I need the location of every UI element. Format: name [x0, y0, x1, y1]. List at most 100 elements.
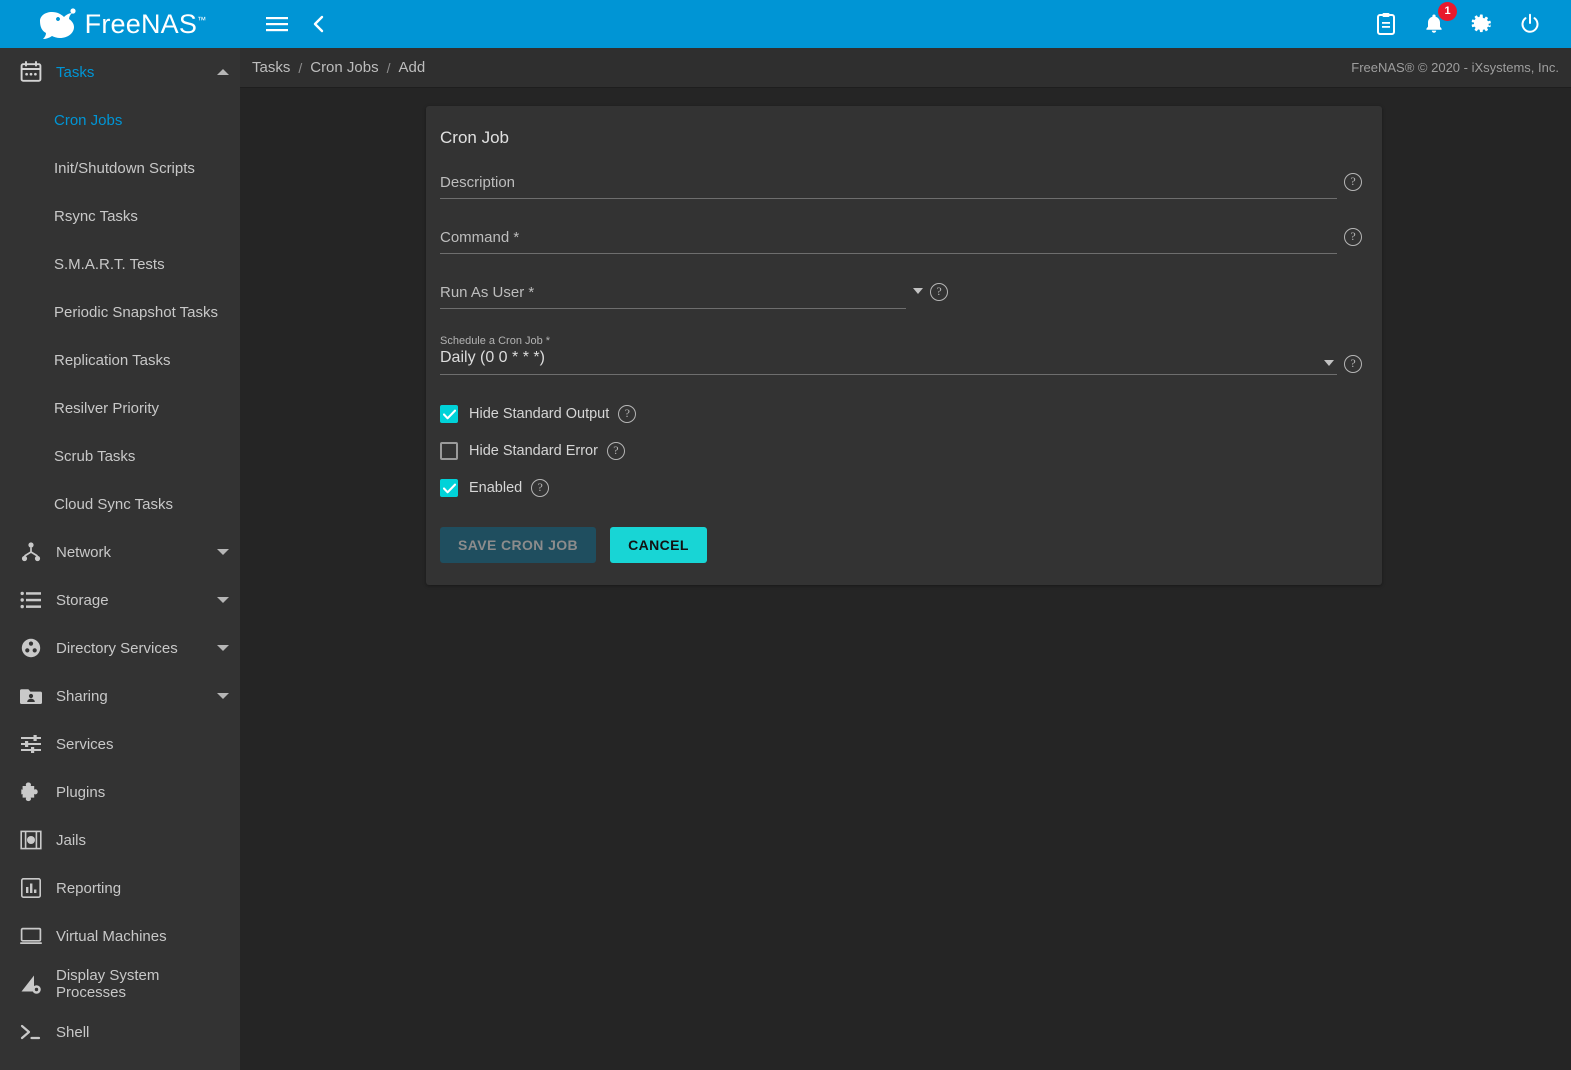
- sidebar-item-periodic-snapshot-tasks[interactable]: Periodic Snapshot Tasks: [0, 288, 240, 336]
- terminal-icon: [10, 1017, 52, 1047]
- brand-logo[interactable]: FreeNAS™: [0, 0, 240, 48]
- description-field-group: Description ?: [440, 170, 1368, 199]
- sidebar-item-label: Sharing: [52, 688, 206, 705]
- schedule-dropdown-arrow-icon[interactable]: [1324, 360, 1334, 366]
- puzzle-icon: [10, 777, 52, 807]
- run-as-user-field-group: Run As User * ?: [440, 280, 1368, 309]
- sidebar-nav: Tasks Cron Jobs Init/Shutdown Scripts Rs…: [0, 48, 240, 1070]
- schedule-select[interactable]: Daily (0 0 * * *): [440, 349, 1337, 375]
- sidebar-item-storage[interactable]: Storage: [0, 576, 240, 624]
- sidebar-item-label: S.M.A.R.T. Tests: [54, 256, 165, 273]
- enabled-row: Enabled ?: [440, 473, 1368, 503]
- sidebar-item-cron-jobs[interactable]: Cron Jobs: [0, 96, 240, 144]
- schedule-field-group: Schedule a Cron Job * Daily (0 0 * * *) …: [440, 335, 1368, 375]
- sidebar-item-label: Jails: [52, 832, 206, 849]
- brand-name: FreeNAS™: [85, 11, 207, 38]
- sharing-folder-icon: [10, 681, 52, 711]
- sidebar-item-virtual-machines[interactable]: Virtual Machines: [0, 912, 240, 960]
- sidebar-item-label: Scrub Tasks: [54, 448, 135, 465]
- hide-standard-output-label: Hide Standard Output: [469, 406, 609, 422]
- tasks-clipboard-icon[interactable]: [1369, 7, 1403, 41]
- sidebar-item-scrub-tasks[interactable]: Scrub Tasks: [0, 432, 240, 480]
- command-help-icon[interactable]: ?: [1344, 228, 1362, 246]
- breadcrumb: Tasks / Cron Jobs / Add FreeNAS® © 2020 …: [240, 48, 1571, 88]
- sidebar-item-reporting[interactable]: Reporting: [0, 864, 240, 912]
- command-input[interactable]: [440, 225, 1337, 254]
- sidebar-item-resilver-priority[interactable]: Resilver Priority: [0, 384, 240, 432]
- hide-standard-output-checkbox[interactable]: [440, 405, 458, 423]
- hide-standard-error-row: Hide Standard Error ?: [440, 436, 1368, 466]
- sidebar-item-cloud-sync-tasks[interactable]: Cloud Sync Tasks: [0, 480, 240, 528]
- freenas-fish-logo-icon: [34, 7, 78, 41]
- sidebar-item-label: Cloud Sync Tasks: [54, 496, 173, 513]
- save-cron-job-button[interactable]: SAVE CRON JOB: [440, 527, 596, 563]
- sidebar-item-jails[interactable]: Jails: [0, 816, 240, 864]
- form-actions: SAVE CRON JOB CANCEL: [440, 527, 1368, 563]
- schedule-label: Schedule a Cron Job *: [440, 335, 1368, 347]
- breadcrumb-item-tasks[interactable]: Tasks: [252, 59, 290, 76]
- sidebar-item-replication-tasks[interactable]: Replication Tasks: [0, 336, 240, 384]
- schedule-value: Daily (0 0 * * *): [440, 349, 545, 366]
- copyright-text: FreeNAS® © 2020 - iXsystems, Inc.: [1351, 60, 1559, 75]
- breadcrumb-item-add: Add: [399, 59, 426, 76]
- sidebar-item-label: Replication Tasks: [54, 352, 170, 369]
- bar-chart-icon: [10, 873, 52, 903]
- hide-standard-error-help-icon[interactable]: ?: [607, 442, 625, 460]
- sidebar-item-sharing[interactable]: Sharing: [0, 672, 240, 720]
- breadcrumb-item-cron-jobs[interactable]: Cron Jobs: [310, 59, 378, 76]
- run-as-user-help-icon[interactable]: ?: [930, 283, 948, 301]
- chevron-down-icon: [206, 549, 240, 555]
- notification-badge: 1: [1438, 2, 1457, 21]
- sidebar-item-directory-services[interactable]: Directory Services: [0, 624, 240, 672]
- sidebar-item-network[interactable]: Network: [0, 528, 240, 576]
- sidebar-item-label: Cron Jobs: [54, 112, 122, 129]
- sidebar-item-plugins[interactable]: Plugins: [0, 768, 240, 816]
- sidebar-item-label: Shell: [52, 1024, 206, 1041]
- monitor-icon: [10, 921, 52, 951]
- chevron-down-icon: [206, 597, 240, 603]
- enabled-label: Enabled: [469, 480, 522, 496]
- schedule-help-icon[interactable]: ?: [1344, 355, 1362, 373]
- main-content: Cron Job Description ? Command * ? Run A…: [240, 88, 1571, 1070]
- gear-icon[interactable]: [1465, 7, 1499, 41]
- sidebar-item-smart-tests[interactable]: S.M.A.R.T. Tests: [0, 240, 240, 288]
- sidebar-group-label: Tasks: [52, 64, 206, 81]
- storage-list-icon: [10, 585, 52, 615]
- sidebar-item-label: Display System Processes: [52, 967, 206, 1001]
- chevron-left-icon[interactable]: [302, 7, 336, 41]
- hide-standard-output-row: Hide Standard Output ?: [440, 399, 1368, 429]
- notifications-bell-icon[interactable]: 1: [1417, 7, 1451, 41]
- sidebar-item-rsync-tasks[interactable]: Rsync Tasks: [0, 192, 240, 240]
- command-field-group: Command * ?: [440, 225, 1368, 254]
- description-input[interactable]: [440, 170, 1337, 199]
- calendar-icon: [10, 57, 52, 87]
- run-as-user-dropdown-arrow-icon[interactable]: [913, 288, 923, 294]
- directory-services-icon: [10, 633, 52, 663]
- sidebar-item-shell[interactable]: Shell: [0, 1008, 240, 1056]
- hamburger-icon[interactable]: [260, 7, 294, 41]
- cancel-button[interactable]: CANCEL: [610, 527, 707, 563]
- processes-icon: [10, 969, 52, 999]
- jail-icon: [10, 825, 52, 855]
- power-icon[interactable]: [1513, 7, 1547, 41]
- hide-standard-error-label: Hide Standard Error: [469, 443, 598, 459]
- sidebar-item-label: Resilver Priority: [54, 400, 159, 417]
- cron-job-form-card: Cron Job Description ? Command * ? Run A…: [426, 106, 1382, 585]
- sidebar-item-init-shutdown-scripts[interactable]: Init/Shutdown Scripts: [0, 144, 240, 192]
- sidebar-item-services[interactable]: Services: [0, 720, 240, 768]
- network-icon: [10, 537, 52, 567]
- description-help-icon[interactable]: ?: [1344, 173, 1362, 191]
- sidebar-item-label: Plugins: [52, 784, 206, 801]
- sidebar-item-display-system-processes[interactable]: Display System Processes: [0, 960, 240, 1008]
- run-as-user-select[interactable]: [440, 280, 906, 309]
- hide-standard-output-help-icon[interactable]: ?: [618, 405, 636, 423]
- enabled-checkbox[interactable]: [440, 479, 458, 497]
- sidebar-item-label: Storage: [52, 592, 206, 609]
- page-title: Cron Job: [440, 126, 1368, 148]
- breadcrumb-separator: /: [387, 60, 391, 76]
- sidebar-group-tasks[interactable]: Tasks: [0, 48, 240, 96]
- hide-standard-error-checkbox[interactable]: [440, 442, 458, 460]
- breadcrumb-separator: /: [298, 60, 302, 76]
- enabled-help-icon[interactable]: ?: [531, 479, 549, 497]
- freenas-app: FreeNAS™ 1: [0, 0, 1571, 1070]
